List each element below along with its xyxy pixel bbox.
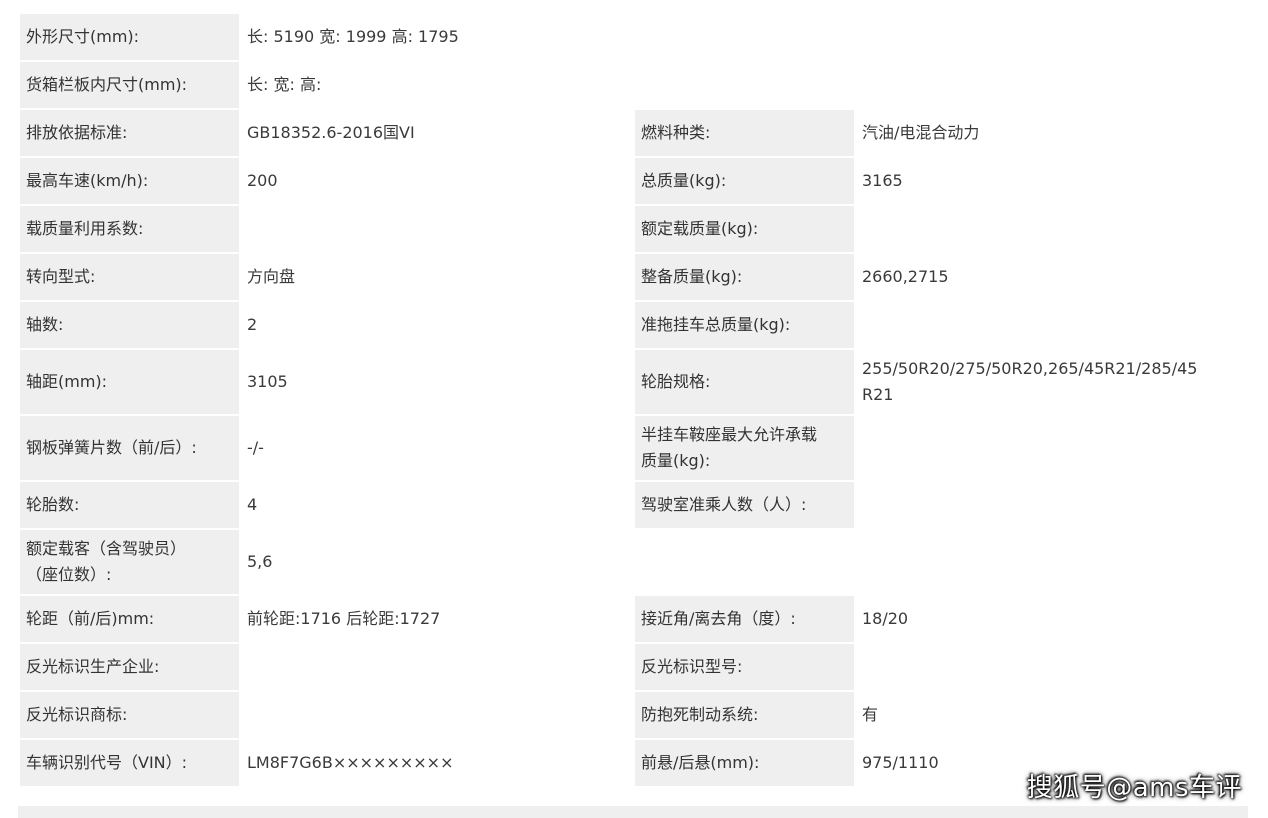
table-row: 排放依据标准: GB18352.6-2016国VI 燃料种类: 汽油/电混合动力 [18, 108, 1251, 158]
spec-value: 3105 [239, 348, 635, 416]
spec-label: 转向型式: [18, 252, 241, 302]
spec-label: 反光标识生产企业: [18, 642, 241, 692]
table-row: 最高车速(km/h): 200 总质量(kg): 3165 [18, 156, 1251, 206]
spec-label-line: 质量(kg): [641, 451, 711, 470]
spec-label-line: 额定载客（含驾驶员） [26, 539, 187, 558]
spec-value: 长: 宽: 高: [238, 60, 1251, 110]
spec-value: -/- [239, 414, 635, 482]
table-row: 反光标识生产企业: 反光标识型号: [18, 642, 1251, 692]
spec-label: 反光标识商标: [18, 690, 241, 740]
table-row: 外形尺寸(mm): 长: 5190 宽: 1999 高: 1795 [18, 12, 1251, 62]
spec-label: 前悬/后悬(mm): [633, 738, 856, 788]
spec-value: 200 [239, 156, 635, 206]
spec-value [239, 690, 635, 740]
spec-value: 18/20 [853, 594, 1251, 644]
vehicle-spec-sheet: 外形尺寸(mm): 长: 5190 宽: 1999 高: 1795 货箱栏板内尺… [18, 12, 1251, 788]
spec-value: 4 [239, 480, 635, 530]
spec-value-line: R21 [862, 385, 894, 404]
spec-value: 汽油/电混合动力 [853, 108, 1251, 158]
spec-value [853, 642, 1251, 692]
spec-label: 最高车速(km/h): [18, 156, 241, 206]
table-row: 货箱栏板内尺寸(mm): 长: 宽: 高: [18, 60, 1251, 110]
spec-label: 轴数: [18, 300, 241, 350]
table-row: 轮胎数: 4 驾驶室准乘人数（人）: [18, 480, 1251, 530]
spec-value: 2 [239, 300, 635, 350]
table-row: 反光标识商标: 防抱死制动系统: 有 [18, 690, 1251, 740]
spec-label: 接近角/离去角（度）: [633, 594, 856, 644]
spec-label: 载质量利用系数: [18, 204, 241, 254]
spec-value: 有 [853, 690, 1251, 740]
spec-value-multiline: 255/50R20/275/50R20,265/45R21/285/45 R21 [853, 348, 1251, 416]
spec-label: 反光标识型号: [633, 642, 856, 692]
spec-value: 前轮距:1716 后轮距:1727 [239, 594, 635, 644]
spec-label-line: （座位数）: [26, 565, 112, 584]
spec-label: 准拖挂车总质量(kg): [633, 300, 856, 350]
spec-label: 排放依据标准: [18, 108, 241, 158]
spec-value [853, 414, 1251, 482]
spec-value: 2660,2715 [853, 252, 1251, 302]
spec-value [239, 204, 635, 254]
spec-label-multiline: 半挂车鞍座最大允许承载 质量(kg): [633, 414, 856, 482]
spec-value-line: 255/50R20/275/50R20,265/45R21/285/45 [862, 359, 1198, 378]
spec-label-line: 半挂车鞍座最大允许承载 [641, 425, 818, 444]
spec-label: 额定载质量(kg): [633, 204, 856, 254]
spec-label: 车辆识别代号（VIN）: [18, 738, 241, 788]
spec-label: 燃料种类: [633, 108, 856, 158]
spec-label: 轮距（前/后)mm: [18, 594, 241, 644]
watermark-text: 搜狐号@ams车评 [1026, 773, 1242, 803]
table-row: 钢板弹簧片数（前/后）: -/- 半挂车鞍座最大允许承载 质量(kg): [18, 414, 1251, 482]
spec-label: 货箱栏板内尺寸(mm): [18, 60, 241, 110]
spec-label: 轮胎数: [18, 480, 241, 530]
spec-value: 方向盘 [239, 252, 635, 302]
table-row: 载质量利用系数: 额定载质量(kg): [18, 204, 1251, 254]
table-row-partial [18, 806, 1248, 818]
spec-label: 总质量(kg): [633, 156, 856, 206]
table-row: 轮距（前/后)mm: 前轮距:1716 后轮距:1727 接近角/离去角（度）:… [18, 594, 1251, 644]
table-row: 轴数: 2 准拖挂车总质量(kg): [18, 300, 1251, 350]
table-row: 轴距(mm): 3105 轮胎规格: 255/50R20/275/50R20,2… [18, 348, 1251, 416]
spec-label: 轴距(mm): [18, 348, 241, 416]
spec-label: 整备质量(kg): [633, 252, 856, 302]
spec-value [853, 204, 1251, 254]
spec-label: 驾驶室准乘人数（人）: [633, 480, 856, 530]
spec-value: 5,6 [238, 528, 1251, 596]
spec-value: 3165 [853, 156, 1251, 206]
spec-value [853, 480, 1251, 530]
spec-table: 外形尺寸(mm): 长: 5190 宽: 1999 高: 1795 货箱栏板内尺… [18, 12, 1251, 788]
table-row: 转向型式: 方向盘 整备质量(kg): 2660,2715 [18, 252, 1251, 302]
spec-value [853, 300, 1251, 350]
spec-value: 长: 5190 宽: 1999 高: 1795 [238, 12, 1251, 62]
spec-label: 防抱死制动系统: [633, 690, 856, 740]
table-row: 额定载客（含驾驶员） （座位数）: 5,6 [18, 528, 1251, 596]
spec-label: 钢板弹簧片数（前/后）: [18, 414, 241, 482]
spec-value: GB18352.6-2016国VI [239, 108, 635, 158]
spec-label-multiline: 额定载客（含驾驶员） （座位数）: [18, 528, 241, 596]
spec-label: 轮胎规格: [633, 348, 856, 416]
spec-label: 外形尺寸(mm): [18, 12, 241, 62]
spec-value [239, 642, 635, 692]
spec-value: LM8F7G6B××××××××× [239, 738, 635, 788]
